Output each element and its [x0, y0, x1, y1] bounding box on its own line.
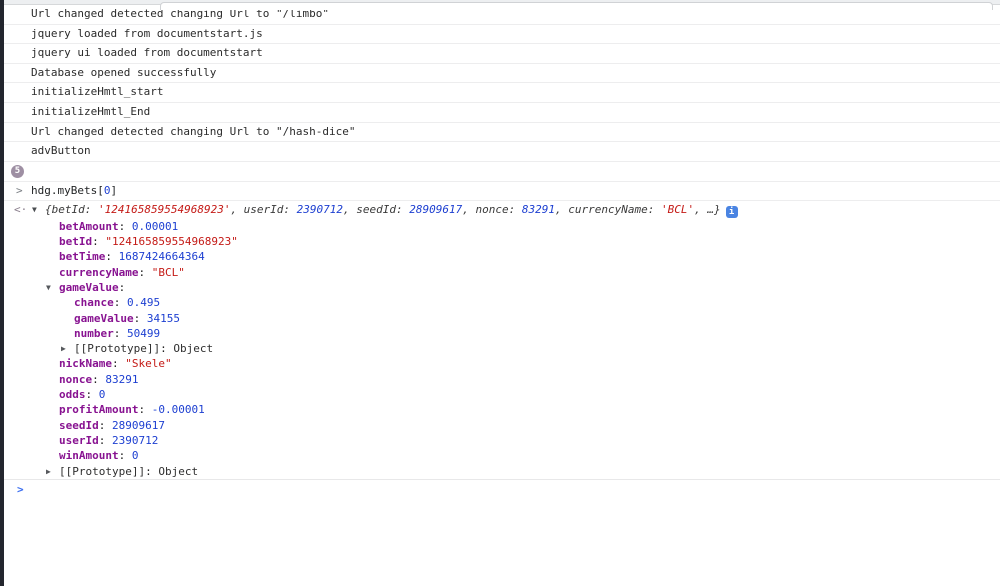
property-value: 1687424664364	[119, 250, 205, 263]
property-key: gameValue	[59, 281, 119, 294]
prompt-chevron-icon: >	[17, 480, 24, 499]
repeat-count-row: 5	[4, 162, 1000, 182]
property-key: betTime	[59, 250, 105, 263]
log-message: initializeHmtl_End	[31, 105, 150, 118]
property-value: 0.00001	[132, 220, 178, 233]
property-key: userId	[59, 434, 99, 447]
tree-row: winAmount: 0	[4, 448, 1000, 463]
log-row: jquery ui loaded from documentstart	[4, 44, 1000, 64]
property-value: 50499	[127, 327, 160, 340]
message-count-badge[interactable]: 5	[11, 165, 24, 178]
property-value: Object	[173, 342, 213, 355]
console-input[interactable]	[32, 480, 1000, 499]
property-key: number	[74, 327, 114, 340]
tree-row: gameValue: 34155	[4, 311, 1000, 326]
log-row: initializeHmtl_End	[4, 103, 1000, 123]
property-value: Object	[158, 465, 198, 478]
console-panel: Url changed detected changing Url to "/l…	[4, 5, 1000, 499]
property-key: currencyName	[59, 266, 138, 279]
property-key: nickName	[59, 357, 112, 370]
log-row: Database opened successfully	[4, 64, 1000, 84]
result-row: <·▼{betId: '124165859554968923', userId:…	[4, 201, 1000, 219]
log-message: Url changed detected changing Url to "/h…	[31, 125, 356, 138]
prototype-row: ▶[[Prototype]]: Object	[4, 464, 1000, 479]
property-key: winAmount	[59, 449, 119, 462]
object-preview[interactable]: {betId: '124165859554968923', userId: 23…	[45, 203, 721, 216]
filter-input[interactable]	[160, 2, 993, 10]
property-value: "Skele"	[125, 357, 171, 370]
tree-row: ▼gameValue:	[4, 280, 1000, 295]
command-text: hdg.myBets[0]	[31, 184, 117, 197]
log-message: advButton	[31, 144, 91, 157]
property-key: nonce	[59, 373, 92, 386]
property-key: chance	[74, 296, 114, 309]
prototype-row: ▶[[Prototype]]: Object	[4, 341, 1000, 356]
property-value: -0.00001	[152, 403, 205, 416]
info-icon[interactable]: i	[726, 206, 738, 218]
property-key: betId	[59, 235, 92, 248]
prompt-row: >	[4, 479, 1000, 499]
property-key: betAmount	[59, 220, 119, 233]
expand-arrow-icon[interactable]: ▼	[46, 280, 59, 295]
property-key: profitAmount	[59, 403, 138, 416]
expand-arrow-icon[interactable]: ▶	[46, 464, 59, 479]
tree-row: betId: "124165859554968923"	[4, 234, 1000, 249]
property-key: seedId	[59, 419, 99, 432]
property-key: [[Prototype]]	[59, 465, 145, 478]
tree-row: betTime: 1687424664364	[4, 249, 1000, 264]
property-value: 28909617	[112, 419, 165, 432]
property-value: 2390712	[112, 434, 158, 447]
log-row: Url changed detected changing Url to "/h…	[4, 123, 1000, 143]
log-row: initializeHmtl_start	[4, 83, 1000, 103]
property-value: 0	[99, 388, 106, 401]
tree-row: seedId: 28909617	[4, 418, 1000, 433]
page-edge-strip	[0, 0, 4, 586]
property-value: "BCL"	[152, 266, 185, 279]
tree-row: profitAmount: -0.00001	[4, 402, 1000, 417]
tree-row: nonce: 83291	[4, 372, 1000, 387]
log-row: jquery loaded from documentstart.js	[4, 25, 1000, 45]
property-key: odds	[59, 388, 86, 401]
tree-row: odds: 0	[4, 387, 1000, 402]
tree-row: userId: 2390712	[4, 433, 1000, 448]
expand-arrow-icon[interactable]: ▼	[32, 201, 45, 218]
log-message: jquery loaded from documentstart.js	[31, 27, 263, 40]
log-row: advButton	[4, 142, 1000, 162]
property-value: 83291	[105, 373, 138, 386]
property-key: gameValue	[74, 312, 134, 325]
return-value-icon: <·	[14, 201, 32, 218]
tree-row: betAmount: 0.00001	[4, 219, 1000, 234]
expand-arrow-icon[interactable]: ▶	[61, 341, 74, 356]
tree-row: currencyName: "BCL"	[4, 265, 1000, 280]
property-value: "124165859554968923"	[105, 235, 237, 248]
command-row[interactable]: >hdg.myBets[0]	[4, 182, 1000, 201]
tree-row: chance: 0.495	[4, 295, 1000, 310]
property-value: 0	[132, 449, 139, 462]
console-toolbar-sliver	[4, 0, 1000, 5]
log-message: Database opened successfully	[31, 66, 216, 79]
property-value: 0.495	[127, 296, 160, 309]
tree-row: number: 50499	[4, 326, 1000, 341]
property-value: 34155	[147, 312, 180, 325]
command-chevron-icon: >	[16, 182, 31, 200]
log-message: jquery ui loaded from documentstart	[31, 46, 263, 59]
property-key: [[Prototype]]	[74, 342, 160, 355]
tree-row: nickName: "Skele"	[4, 356, 1000, 371]
log-message: initializeHmtl_start	[31, 85, 163, 98]
